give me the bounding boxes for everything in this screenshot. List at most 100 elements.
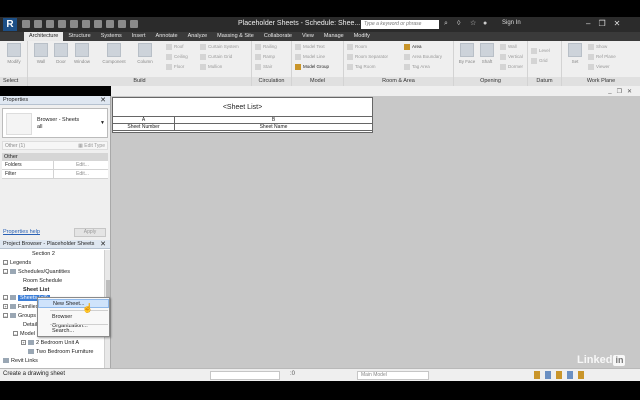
- tab-insert[interactable]: Insert: [127, 32, 151, 41]
- column-button[interactable]: Column: [134, 43, 156, 64]
- user-icon[interactable]: ●: [483, 20, 491, 28]
- tree-item-sheet-list[interactable]: Sheet List: [23, 286, 49, 294]
- folders-edit-button[interactable]: Edit...: [54, 161, 108, 169]
- undo-icon[interactable]: [46, 20, 54, 28]
- expand-icon[interactable]: +: [21, 340, 26, 346]
- minimize-icon[interactable]: –: [586, 19, 590, 28]
- viewer-button[interactable]: Viewer: [588, 63, 610, 71]
- binoculars-icon[interactable]: ⌕: [444, 20, 452, 28]
- ramp-button[interactable]: Ramp: [255, 53, 275, 61]
- modify-button[interactable]: Modify: [3, 43, 25, 64]
- select-by-face-icon[interactable]: [567, 371, 573, 379]
- restore-icon[interactable]: ❐: [598, 19, 605, 28]
- tag-area-button[interactable]: Tag Area: [404, 63, 430, 71]
- vertical-button[interactable]: Vertical: [500, 53, 523, 61]
- tree-item-groups[interactable]: – Groups: [3, 312, 36, 320]
- sheet-name-header[interactable]: Sheet Name: [175, 124, 372, 130]
- shaft-button[interactable]: Shaft: [476, 43, 498, 64]
- column-a-letter[interactable]: A: [113, 117, 175, 123]
- mullion-button[interactable]: Mullion: [200, 63, 222, 71]
- close-icon[interactable]: ✕: [100, 240, 106, 249]
- open-icon[interactable]: [22, 20, 30, 28]
- by-face-button[interactable]: By Face: [456, 43, 478, 64]
- chevron-down-icon[interactable]: ▼: [100, 120, 105, 126]
- wall-opening-button[interactable]: Wall: [500, 43, 517, 51]
- component-button[interactable]: Component: [98, 43, 130, 64]
- ceiling-button[interactable]: Ceiling: [166, 53, 188, 61]
- tree-item-unit-a[interactable]: +2 Bedroom Unit A: [21, 339, 79, 347]
- redo-icon[interactable]: [58, 20, 66, 28]
- tree-item-legends[interactable]: – Legends: [3, 259, 31, 267]
- sign-in-link[interactable]: Sign In: [502, 20, 521, 26]
- tree-item-furniture[interactable]: Two Bedroom Furniture: [28, 348, 93, 356]
- roof-button[interactable]: Roof: [166, 43, 184, 51]
- tree-item-model[interactable]: – Model: [13, 330, 35, 338]
- tree-item-families[interactable]: + Families: [3, 303, 38, 311]
- grid-button[interactable]: Grid: [531, 57, 548, 65]
- curtain-grid-button[interactable]: Curtain Grid: [200, 53, 232, 61]
- tree-item-schedules[interactable]: – Schedules/Quantities: [3, 268, 70, 276]
- tab-annotate[interactable]: Annotate: [151, 32, 183, 41]
- save-icon[interactable]: [34, 20, 42, 28]
- dormer-button[interactable]: Dormer: [500, 63, 523, 71]
- search-input[interactable]: Type a keyword or phrase: [361, 20, 439, 29]
- close-icon[interactable]: ✕: [100, 96, 106, 105]
- close-icon[interactable]: ✕: [614, 19, 621, 28]
- collapse-icon[interactable]: –: [3, 295, 8, 301]
- area-boundary-button[interactable]: Area Boundary: [404, 53, 442, 61]
- print-icon[interactable]: [70, 20, 78, 28]
- sheet-number-header[interactable]: Sheet Number: [113, 124, 175, 130]
- area-button[interactable]: Area: [404, 43, 422, 51]
- tab-analyze[interactable]: Analyze: [183, 32, 213, 41]
- curtain-system-button[interactable]: Curtain System: [200, 43, 239, 51]
- model-line-button[interactable]: Model Line: [295, 53, 325, 61]
- select-links-icon[interactable]: [534, 371, 540, 379]
- set-button[interactable]: Set: [564, 43, 586, 64]
- drag-elements-icon[interactable]: [578, 371, 584, 379]
- select-dropdown[interactable]: Select: [0, 77, 27, 86]
- section-icon[interactable]: [118, 20, 126, 28]
- menu-item-browser-organization[interactable]: Browser Organization...: [38, 313, 109, 329]
- collapse-icon[interactable]: –: [3, 313, 8, 319]
- text-icon[interactable]: [94, 20, 102, 28]
- window-button[interactable]: Window: [71, 43, 93, 64]
- menu-item-search[interactable]: Search...: [38, 327, 109, 336]
- thin-lines-icon[interactable]: [130, 20, 138, 28]
- wall-button[interactable]: Wall: [30, 43, 52, 64]
- room-button[interactable]: Room: [347, 43, 367, 51]
- design-option-field[interactable]: Main Model: [357, 371, 429, 380]
- edit-type-button[interactable]: ▦ Edit Type: [78, 142, 105, 151]
- tree-item-revit-links[interactable]: Revit Links: [3, 357, 38, 365]
- collapse-icon[interactable]: –: [13, 331, 18, 337]
- subscription-icon[interactable]: ◊: [457, 20, 465, 28]
- model-text-button[interactable]: Model Text: [295, 43, 325, 51]
- drawing-area[interactable]: [111, 96, 640, 368]
- collapse-icon[interactable]: –: [3, 260, 8, 266]
- properties-help-link[interactable]: Properties help: [3, 228, 40, 237]
- property-group-other[interactable]: Other: [2, 153, 108, 161]
- expand-icon[interactable]: +: [3, 304, 8, 310]
- column-b-letter[interactable]: B: [175, 117, 372, 123]
- ref-plane-button[interactable]: Ref Plane: [588, 53, 616, 61]
- level-button[interactable]: Level: [531, 47, 550, 55]
- measure-icon[interactable]: [82, 20, 90, 28]
- tab-systems[interactable]: Systems: [96, 32, 127, 41]
- instance-filter[interactable]: Other (1) ▦ Edit Type: [2, 141, 108, 150]
- tab-modify[interactable]: Modify: [349, 32, 375, 41]
- sheet-list-schedule[interactable]: <Sheet List> A B Sheet Number Sheet Name: [112, 97, 373, 133]
- tab-manage[interactable]: Manage: [319, 32, 349, 41]
- tab-collaborate[interactable]: Collaborate: [259, 32, 297, 41]
- show-button[interactable]: Show: [588, 43, 607, 51]
- tag-room-button[interactable]: Tag Room: [347, 63, 376, 71]
- menu-item-new-sheet[interactable]: New Sheet...: [38, 299, 109, 308]
- collapse-icon[interactable]: –: [3, 269, 8, 275]
- view-minimize-icon[interactable]: _: [608, 88, 611, 95]
- stair-button[interactable]: Stair: [255, 63, 272, 71]
- filter-edit-button[interactable]: Edit...: [54, 170, 108, 178]
- tree-item-detail[interactable]: Detail: [23, 321, 37, 329]
- type-selector[interactable]: Browser - Sheets all ▼: [2, 108, 108, 138]
- tree-item-room-schedule[interactable]: Room Schedule: [23, 277, 62, 285]
- tab-structure[interactable]: Structure: [63, 32, 95, 41]
- model-group-button[interactable]: Model Group: [295, 63, 329, 71]
- 3d-view-icon[interactable]: [106, 20, 114, 28]
